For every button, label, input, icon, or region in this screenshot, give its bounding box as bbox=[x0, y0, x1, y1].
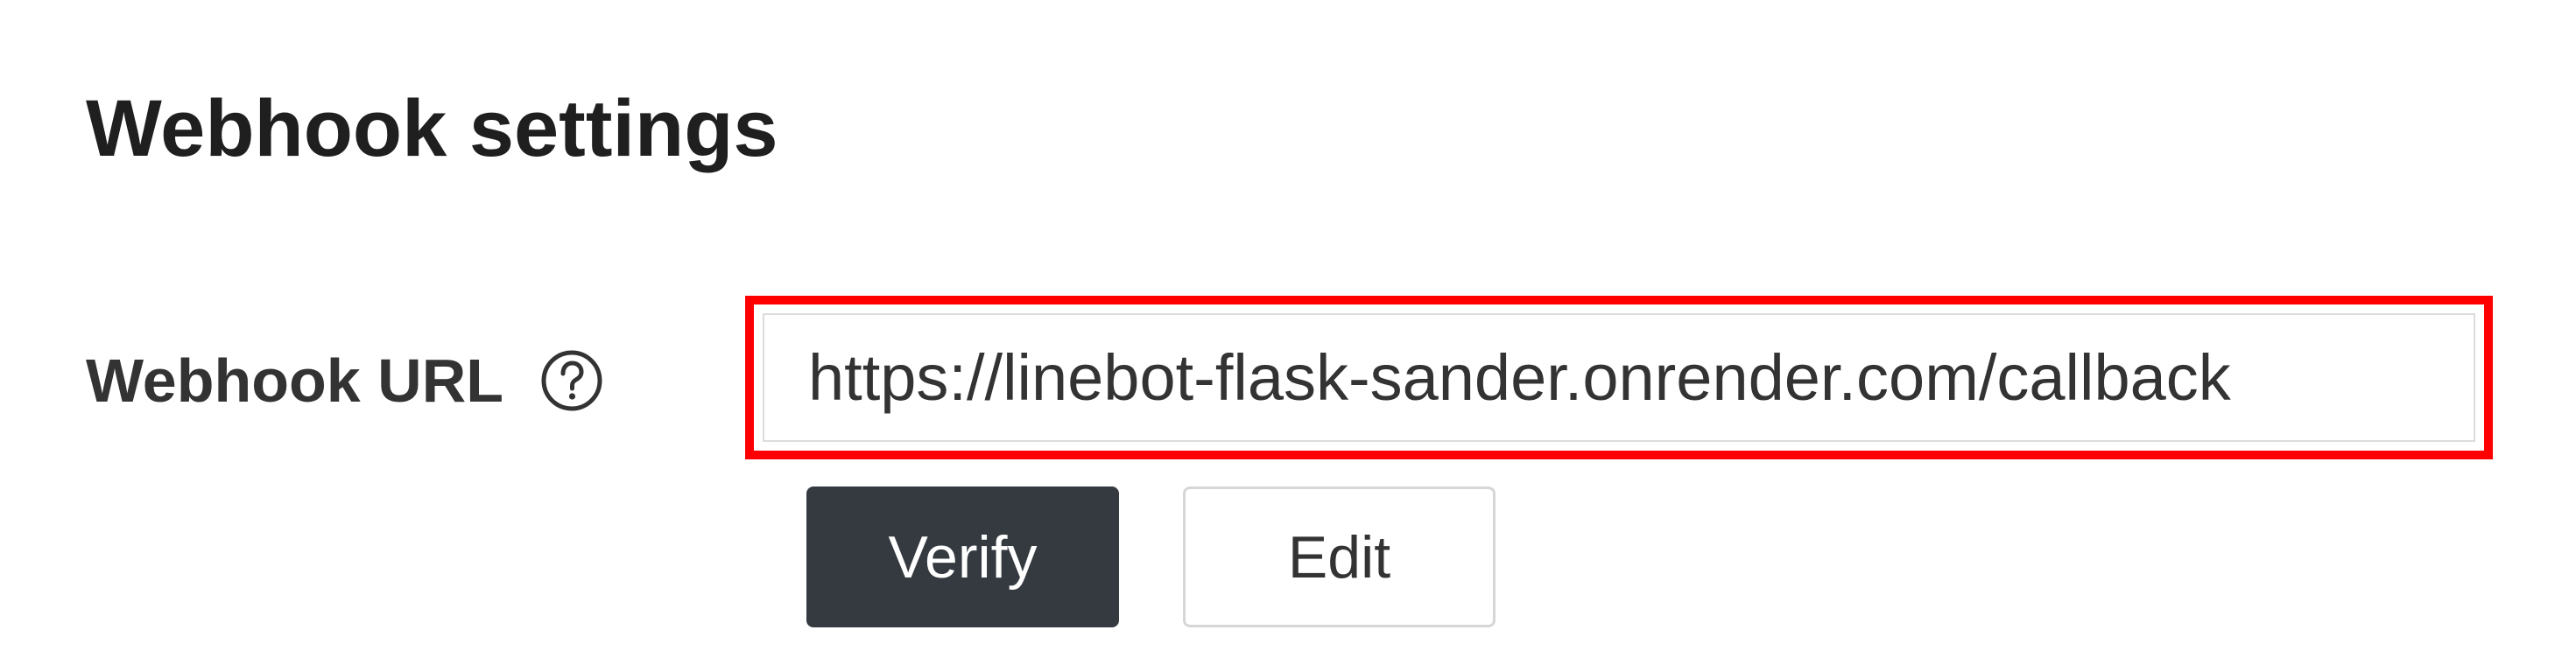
edit-button[interactable]: Edit bbox=[1183, 486, 1496, 627]
question-circle-icon-graphic bbox=[541, 350, 602, 411]
webhook-settings-panel: Webhook settings Webhook URL Verify Edit bbox=[0, 0, 2576, 665]
webhook-url-label: Webhook URL bbox=[86, 346, 504, 415]
section-title: Webhook settings bbox=[86, 84, 778, 173]
highlight-annotation-box bbox=[745, 296, 2493, 459]
verify-button[interactable]: Verify bbox=[806, 486, 1119, 627]
webhook-url-label-row: Webhook URL bbox=[86, 346, 603, 416]
question-circle-icon[interactable] bbox=[540, 349, 603, 412]
